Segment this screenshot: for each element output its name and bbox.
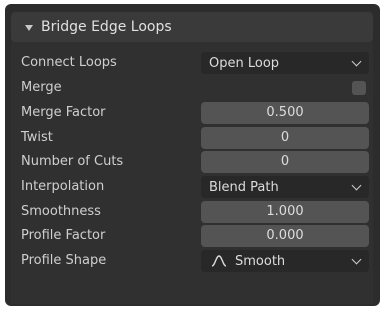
smooth-curve-icon	[211, 255, 227, 267]
row-interpolation: Interpolation Blend Path	[11, 175, 373, 199]
chevron-down-icon	[351, 56, 362, 66]
row-number-of-cuts: Number of Cuts 0	[11, 150, 373, 174]
merge-factor-field[interactable]: 0.500	[201, 102, 369, 124]
row-profile-shape: Profile Shape Smooth	[11, 249, 373, 273]
panel-header[interactable]: Bridge Edge Loops	[11, 12, 373, 42]
row-smoothness: Smoothness 1.000	[11, 200, 373, 224]
interpolation-dropdown[interactable]: Blend Path	[201, 176, 369, 198]
number-of-cuts-label: Number of Cuts	[21, 154, 124, 169]
chevron-down-icon	[351, 180, 362, 190]
connect-loops-label: Connect Loops	[21, 55, 117, 70]
panel-title: Bridge Edge Loops	[41, 19, 172, 35]
connect-loops-value: Open Loop	[209, 55, 280, 71]
row-merge: Merge	[11, 76, 373, 100]
connect-loops-dropdown[interactable]: Open Loop	[201, 52, 369, 74]
smoothness-label: Smoothness	[21, 204, 101, 219]
collapse-triangle-icon[interactable]	[25, 24, 33, 31]
row-merge-factor: Merge Factor 0.500	[11, 101, 373, 125]
profile-factor-field[interactable]: 0.000	[201, 225, 369, 247]
row-profile-factor: Profile Factor 0.000	[11, 224, 373, 248]
merge-checkbox[interactable]	[352, 81, 366, 95]
profile-shape-value: Smooth	[235, 253, 286, 269]
twist-field[interactable]: 0	[201, 127, 369, 149]
chevron-down-icon	[351, 254, 362, 264]
merge-label: Merge	[21, 80, 62, 95]
operator-panel: Bridge Edge Loops Connect Loops Open Loo…	[5, 4, 380, 306]
interpolation-label: Interpolation	[21, 179, 105, 194]
row-twist: Twist 0	[11, 126, 373, 150]
smoothness-field[interactable]: 1.000	[201, 201, 369, 223]
number-of-cuts-field[interactable]: 0	[201, 151, 369, 173]
profile-factor-label: Profile Factor	[21, 228, 106, 243]
interpolation-value: Blend Path	[209, 179, 279, 195]
merge-factor-label: Merge Factor	[21, 105, 106, 120]
twist-label: Twist	[21, 130, 53, 145]
panel-body: Connect Loops Open Loop Merge Merge Fact…	[11, 42, 373, 304]
profile-shape-label: Profile Shape	[21, 253, 107, 268]
row-connect-loops: Connect Loops Open Loop	[11, 51, 373, 75]
profile-shape-dropdown[interactable]: Smooth	[201, 250, 369, 272]
